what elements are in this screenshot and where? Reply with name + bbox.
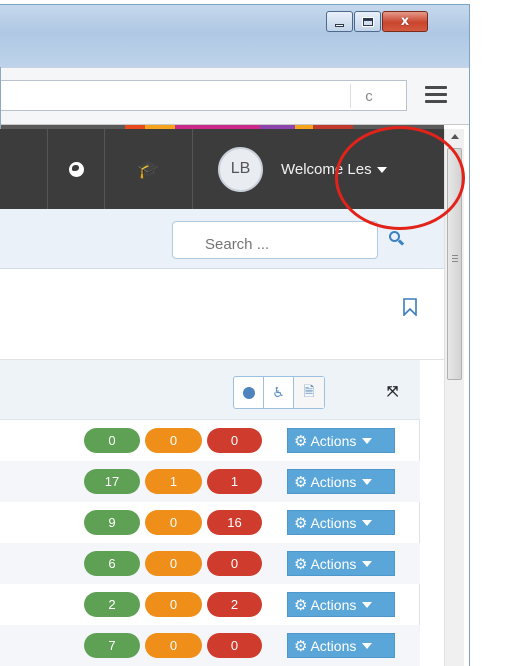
table-row: 17 1 1 ⚙ Actions (0, 461, 420, 502)
reload-icon[interactable]: c (360, 88, 378, 106)
chevron-down-icon (362, 601, 373, 608)
table-row: 0 0 0 ⚙ Actions (0, 420, 420, 461)
bookmark-icon[interactable] (403, 298, 417, 316)
close-icon: x (400, 14, 410, 29)
graduation-cap-icon: 🎓 (137, 158, 160, 180)
accessibility-icon: ♿ (272, 384, 285, 401)
browser-window: x c 🎓 LB Welcome Les Search ... ♿ 🗎 ⤧ 0 … (0, 0, 524, 666)
toolbar: c (0, 67, 469, 125)
document-view-button[interactable]: 🗎 (294, 377, 324, 408)
chevron-down-icon (362, 519, 373, 526)
red-count-badge[interactable]: 1 (207, 469, 262, 494)
actions-label: Actions (310, 596, 357, 613)
hamburger-icon[interactable] (425, 86, 447, 106)
orange-count-badge[interactable]: 0 (145, 592, 202, 617)
maximize-button[interactable] (354, 11, 381, 32)
orange-count-badge[interactable]: 0 (145, 551, 202, 576)
avatar: LB (218, 146, 263, 192)
accessibility-view-button[interactable]: ♿ (264, 377, 294, 408)
red-count-badge[interactable]: 2 (207, 592, 262, 617)
gear-icon: ⚙ (294, 431, 308, 450)
gear-icon: ⚙ (294, 472, 308, 491)
scroll-up-arrow[interactable] (451, 134, 459, 139)
actions-label: Actions (310, 473, 357, 490)
red-count-badge[interactable]: 16 (207, 510, 262, 535)
minimize-icon (335, 23, 344, 27)
highlight-annotation-circle (335, 126, 465, 230)
globe-icon (68, 161, 84, 177)
actions-label: Actions (310, 637, 357, 654)
actions-dropdown-button[interactable]: ⚙ Actions (287, 428, 395, 453)
green-count-badge[interactable]: 17 (84, 469, 140, 494)
view-toggle-group: ♿ 🗎 (233, 376, 325, 409)
actions-dropdown-button[interactable]: ⚙ Actions (287, 592, 395, 617)
nav-courses-button[interactable]: 🎓 (104, 129, 192, 209)
green-count-badge[interactable]: 0 (84, 428, 140, 453)
chevron-down-icon (362, 437, 373, 444)
data-panel: ♿ 🗎 ⤧ 0 0 0 ⚙ Actions 17 1 1 ⚙ Actions 9 0 16 ⚙ Action… (0, 360, 420, 666)
actions-dropdown-button[interactable]: ⚙ Actions (287, 469, 395, 494)
gear-icon: ⚙ (294, 513, 308, 532)
orange-count-badge[interactable]: 1 (145, 469, 202, 494)
actions-dropdown-button[interactable]: ⚙ Actions (287, 633, 395, 658)
gear-icon: ⚙ (294, 554, 308, 573)
chevron-down-icon (362, 642, 373, 649)
expand-icon[interactable]: ⤧ (387, 384, 398, 400)
title-bar[interactable]: x (0, 5, 469, 67)
green-count-badge[interactable]: 2 (84, 592, 140, 617)
red-count-badge[interactable]: 0 (207, 428, 262, 453)
actions-label: Actions (310, 555, 357, 572)
green-count-badge[interactable]: 6 (84, 551, 140, 576)
table-row: 9 0 16 ⚙ Actions (0, 502, 420, 543)
red-count-badge[interactable]: 0 (207, 551, 262, 576)
red-count-badge[interactable]: 0 (207, 633, 262, 658)
search-input[interactable] (172, 221, 378, 259)
actions-label: Actions (310, 432, 357, 449)
globe-view-button[interactable] (234, 377, 264, 408)
table-row: 6 0 0 ⚙ Actions (0, 543, 420, 584)
address-bar-divider (350, 84, 351, 108)
orange-count-badge[interactable]: 0 (145, 510, 202, 535)
maximize-icon (361, 16, 374, 27)
actions-dropdown-button[interactable]: ⚙ Actions (287, 510, 395, 535)
window-controls: x (326, 11, 428, 32)
close-button[interactable]: x (382, 11, 428, 32)
minimize-button[interactable] (326, 11, 353, 32)
green-count-badge[interactable]: 9 (84, 510, 140, 535)
actions-dropdown-button[interactable]: ⚙ Actions (287, 551, 395, 576)
gear-icon: ⚙ (294, 636, 308, 655)
chevron-down-icon (362, 478, 373, 485)
green-count-badge[interactable]: 7 (84, 633, 140, 658)
bookmark-area (0, 270, 444, 360)
document-icon: 🗎 (303, 383, 315, 400)
panel-header: ♿ 🗎 ⤧ (0, 360, 420, 420)
address-bar[interactable] (0, 80, 407, 111)
orange-count-badge[interactable]: 0 (145, 633, 202, 658)
window-border (469, 4, 470, 666)
table-row: 7 0 0 ⚙ Actions (0, 625, 420, 666)
table-row: 2 0 2 ⚙ Actions (0, 584, 420, 625)
actions-label: Actions (310, 514, 357, 531)
orange-count-badge[interactable]: 0 (145, 428, 202, 453)
nav-globe-button[interactable] (47, 129, 104, 209)
chevron-down-icon (362, 560, 373, 567)
gear-icon: ⚙ (294, 595, 308, 614)
search-icon[interactable] (389, 231, 405, 246)
globe-icon (242, 386, 255, 399)
